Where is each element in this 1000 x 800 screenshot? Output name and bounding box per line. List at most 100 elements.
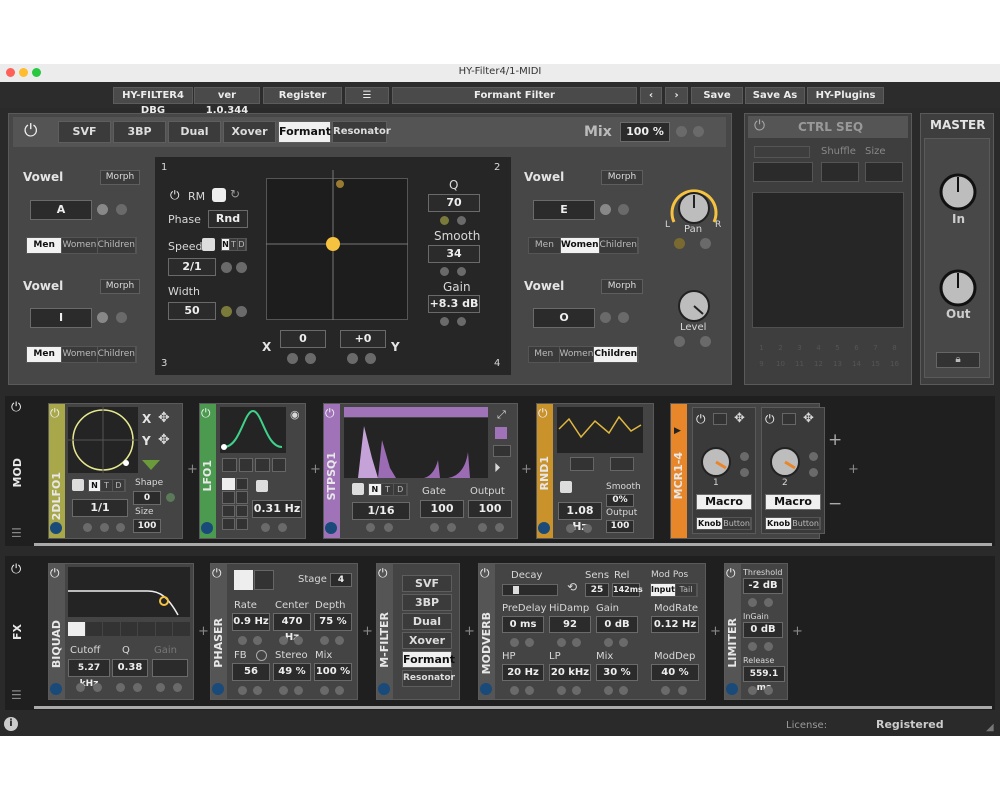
mod-dot-icon[interactable] bbox=[572, 638, 581, 647]
filter-type-formant[interactable]: Formant bbox=[278, 121, 331, 143]
mod-dot-icon[interactable] bbox=[156, 683, 165, 692]
mode-knob[interactable]: Knob bbox=[766, 518, 793, 529]
resize-handle-icon[interactable]: ◢ bbox=[986, 722, 994, 733]
mod-dot-icon[interactable] bbox=[457, 317, 466, 326]
ctrl-seq-step[interactable]: 2 bbox=[771, 344, 790, 360]
cutoff-value[interactable]: 5.27 kHz bbox=[68, 659, 110, 689]
q-value[interactable]: 70 bbox=[428, 194, 480, 212]
mod-dot-icon[interactable] bbox=[279, 686, 288, 695]
drag-icon[interactable]: ✥ bbox=[734, 411, 745, 426]
filter-type-3bp[interactable]: 3BP bbox=[113, 121, 166, 143]
mod-dot-icon[interactable] bbox=[447, 523, 456, 532]
mix-mod-dot-icon[interactable] bbox=[693, 126, 704, 137]
mode-notch-icon[interactable] bbox=[234, 570, 253, 590]
mfilter-type-dual[interactable]: Dual bbox=[402, 613, 452, 630]
stage-value[interactable]: 4 bbox=[330, 573, 352, 587]
mod-dot-icon[interactable] bbox=[700, 238, 711, 249]
save-as-button[interactable]: Save As bbox=[745, 87, 805, 104]
type-icon[interactable] bbox=[103, 622, 120, 636]
mod-dot-icon[interactable] bbox=[809, 452, 818, 461]
voice-children[interactable]: Children bbox=[97, 238, 137, 253]
mod-dot-icon[interactable] bbox=[116, 683, 125, 692]
macro-1-mode[interactable]: Knob Button bbox=[696, 517, 752, 530]
lock-button[interactable]: 🔒︎ bbox=[936, 352, 980, 368]
mod-link-icon[interactable] bbox=[201, 522, 213, 534]
macro-knob-1[interactable] bbox=[698, 444, 734, 480]
modpos-tail[interactable]: Tail bbox=[675, 584, 697, 596]
mod-dot-icon[interactable] bbox=[278, 523, 287, 532]
mod-dot-icon[interactable] bbox=[261, 523, 270, 532]
ctrl-seq-mode-icon[interactable] bbox=[754, 146, 810, 158]
mod-dot-icon[interactable] bbox=[604, 638, 613, 647]
lfo-shape-grid[interactable] bbox=[222, 478, 248, 530]
filter-type-xover[interactable]: Xover bbox=[223, 121, 276, 143]
ingain-value[interactable]: 0 dB bbox=[743, 622, 783, 638]
mod-dot-icon[interactable] bbox=[236, 306, 247, 317]
ctrl-seq-step[interactable]: 1 bbox=[752, 344, 771, 360]
type-icon[interactable] bbox=[120, 622, 138, 636]
next-preset-button[interactable]: › bbox=[665, 87, 688, 104]
mod-dot-icon[interactable] bbox=[173, 683, 182, 692]
add-module-icon[interactable]: + bbox=[521, 462, 532, 477]
mfilter-type-xover[interactable]: Xover bbox=[402, 632, 452, 649]
metronome-icon[interactable] bbox=[560, 481, 572, 493]
ctrl-seq-step[interactable]: 7 bbox=[866, 344, 885, 360]
moddep-value[interactable]: 40 % bbox=[651, 664, 699, 681]
drag-x-icon[interactable]: ✥ bbox=[158, 410, 170, 426]
mode-peak-icon[interactable] bbox=[253, 570, 274, 590]
add-fx-icon[interactable]: + bbox=[792, 624, 803, 639]
mod-dot-icon[interactable] bbox=[661, 686, 670, 695]
mod-dot-icon[interactable] bbox=[583, 524, 592, 533]
expand-icon[interactable]: ⤢ bbox=[497, 408, 506, 422]
size-value[interactable]: 100 bbox=[133, 519, 161, 533]
vowel-selector-4[interactable]: O bbox=[533, 308, 595, 328]
mod-dot-icon[interactable] bbox=[279, 636, 288, 645]
mod-link-icon[interactable] bbox=[378, 683, 390, 695]
voice-men[interactable]: Men bbox=[27, 238, 63, 253]
mod-dot-icon[interactable] bbox=[557, 638, 566, 647]
mod-link-icon[interactable] bbox=[480, 683, 492, 695]
menu-button[interactable]: ☰ bbox=[345, 87, 389, 104]
xy-pad[interactable] bbox=[266, 170, 408, 320]
vowel-selector-3[interactable]: E bbox=[533, 200, 595, 220]
ntd-selector[interactable]: N T D bbox=[221, 238, 247, 251]
ctrl-seq-display[interactable] bbox=[752, 192, 904, 328]
module-power-icon[interactable]: ⏻ bbox=[212, 566, 222, 581]
add-module-icon[interactable]: + bbox=[848, 462, 859, 477]
ntd-t[interactable]: T bbox=[381, 484, 395, 495]
random-dice-icon[interactable] bbox=[495, 427, 507, 439]
mod-dot-icon[interactable] bbox=[618, 312, 629, 323]
mod-dot-icon[interactable] bbox=[294, 636, 303, 645]
shape-icon[interactable] bbox=[222, 491, 235, 504]
mod-dot-icon[interactable] bbox=[525, 686, 534, 695]
gate-value[interactable]: 100 bbox=[420, 500, 464, 518]
add-module-icon[interactable]: + bbox=[187, 462, 198, 477]
rnd-output-value[interactable]: 100 bbox=[606, 520, 634, 533]
type-icon[interactable] bbox=[173, 622, 191, 636]
rnd-rate[interactable]: 1.08 Hz bbox=[558, 502, 602, 533]
shape-icon[interactable] bbox=[235, 517, 248, 530]
depth-value[interactable]: 75 % bbox=[314, 613, 352, 631]
tool-icon[interactable] bbox=[782, 413, 796, 425]
fx-power-icon[interactable]: ⏻ bbox=[11, 562, 21, 577]
x-value[interactable]: 0 bbox=[280, 330, 326, 348]
add-fx-icon[interactable]: + bbox=[464, 624, 475, 639]
rnd-smooth-value[interactable]: 0% bbox=[606, 494, 634, 507]
mod-dot-icon[interactable] bbox=[320, 686, 329, 695]
mod-dot-icon[interactable] bbox=[478, 523, 487, 532]
y-value[interactable]: +0 bbox=[340, 330, 386, 348]
size-field[interactable] bbox=[865, 162, 903, 182]
add-fx-icon[interactable]: + bbox=[710, 624, 721, 639]
voice-selector-4[interactable]: Men Women Children bbox=[528, 346, 639, 363]
module-power-icon[interactable]: ⏻ bbox=[726, 566, 736, 581]
mod-ring-icon[interactable] bbox=[97, 312, 108, 323]
prev-preset-button[interactable]: ‹ bbox=[640, 87, 662, 104]
mod-dot-icon[interactable] bbox=[236, 262, 247, 273]
mod-dot-icon[interactable] bbox=[764, 686, 773, 695]
remove-macro-icon[interactable]: − bbox=[828, 494, 842, 514]
ctrl-seq-step[interactable]: 16 bbox=[885, 360, 904, 376]
mod-ring-icon[interactable] bbox=[166, 493, 175, 502]
mod-dot-icon[interactable] bbox=[93, 683, 102, 692]
mod-dot-icon[interactable] bbox=[238, 686, 247, 695]
mod-link-icon[interactable] bbox=[50, 522, 62, 534]
